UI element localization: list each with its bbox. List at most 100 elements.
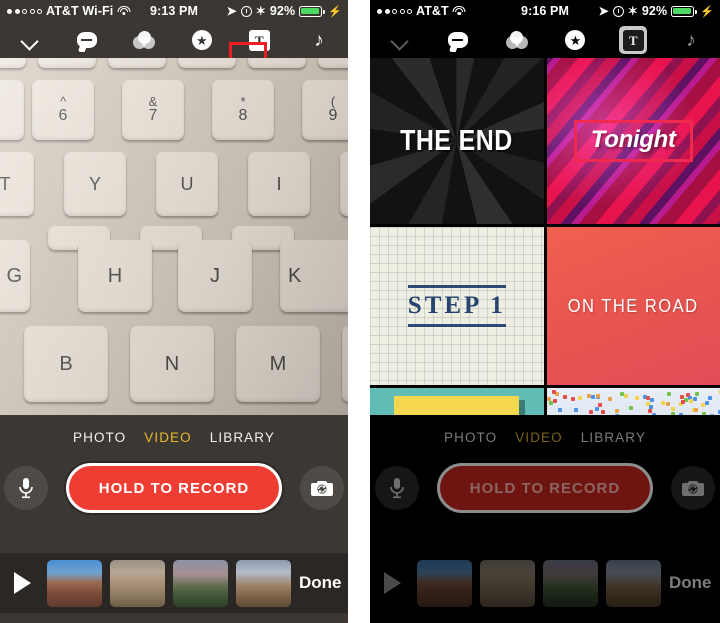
play-icon[interactable] bbox=[384, 572, 401, 594]
confetti-dot bbox=[548, 401, 553, 406]
editor-toolbar: ★ T ♪ bbox=[0, 22, 348, 80]
camera-flip-button[interactable] bbox=[671, 466, 715, 510]
effects-button[interactable]: ★ bbox=[187, 25, 217, 55]
tab-library[interactable]: LIBRARY bbox=[581, 430, 646, 445]
location-arrow-icon: ➤ bbox=[598, 4, 609, 18]
comments-button[interactable] bbox=[443, 25, 473, 55]
title-card-confetti[interactable] bbox=[546, 388, 720, 415]
microphone-button[interactable] bbox=[4, 466, 48, 510]
camera-flip-icon bbox=[682, 481, 704, 496]
comments-icon bbox=[76, 32, 97, 48]
list-item[interactable] bbox=[480, 559, 535, 607]
viewfinder-lighting bbox=[0, 58, 348, 415]
filters-icon bbox=[505, 31, 528, 49]
title-card-label: THE END bbox=[400, 124, 513, 157]
tab-photo[interactable]: PHOTO bbox=[444, 430, 497, 445]
filters-icon bbox=[133, 31, 156, 49]
screenshot-stage: AT&T Wi-Fi 9:13 PM ➤ ✶ 92% ⚡ ★ T ♪ PHOTO… bbox=[0, 0, 720, 623]
confetti-dot bbox=[614, 408, 619, 413]
alarm-clock-icon bbox=[240, 5, 252, 17]
list-item[interactable] bbox=[110, 559, 165, 607]
status-bar: AT&T Wi-Fi 9:13 PM ➤ ✶ 92% ⚡ bbox=[0, 0, 348, 22]
hold-to-record-button[interactable]: HOLD TO RECORD bbox=[66, 463, 282, 513]
confetti-dot bbox=[628, 406, 633, 411]
tab-video[interactable]: VIDEO bbox=[515, 430, 563, 445]
tab-library[interactable]: LIBRARY bbox=[210, 430, 275, 445]
status-bar: AT&T 9:16 PM ➤ ✶ 92% ⚡ bbox=[370, 0, 720, 22]
star-icon: ★ bbox=[565, 30, 586, 50]
comments-icon bbox=[447, 32, 468, 48]
record-row: HOLD TO RECORD bbox=[0, 463, 348, 513]
confetti-dot bbox=[608, 397, 613, 402]
camera-flip-button[interactable] bbox=[300, 466, 344, 510]
audio-button[interactable]: ♪ bbox=[676, 25, 706, 55]
record-row: HOLD TO RECORD bbox=[370, 463, 720, 513]
list-item[interactable] bbox=[417, 559, 472, 607]
status-bar-clock: 9:16 PM bbox=[521, 4, 569, 18]
phone-screen-left: AT&T Wi-Fi 9:13 PM ➤ ✶ 92% ⚡ ★ T ♪ PHOTO… bbox=[0, 0, 348, 623]
tab-video[interactable]: VIDEO bbox=[144, 430, 192, 445]
clip-filmstrip: Done bbox=[0, 553, 348, 613]
titles-button[interactable]: T bbox=[244, 25, 274, 55]
list-item[interactable] bbox=[606, 559, 661, 607]
editor-toolbar: ★ T ♪ bbox=[370, 22, 720, 58]
effects-button[interactable]: ★ bbox=[560, 25, 590, 55]
confetti-dot bbox=[650, 397, 655, 402]
confetti-dot bbox=[570, 396, 575, 401]
confetti-dot bbox=[646, 395, 651, 400]
confetti-dot bbox=[694, 391, 699, 396]
confetti-dot bbox=[660, 400, 665, 405]
confetti-dot bbox=[563, 395, 568, 400]
list-item[interactable] bbox=[173, 559, 228, 607]
title-card-label: Tonight bbox=[590, 126, 676, 153]
phone-screen-right: AT&T 9:16 PM ➤ ✶ 92% ⚡ ★ T ♪ THE END Ton… bbox=[370, 0, 720, 623]
camera-flip-icon bbox=[311, 481, 333, 496]
collapse-button[interactable] bbox=[384, 25, 414, 55]
confetti-dot bbox=[551, 390, 556, 395]
status-bar-clock: 9:13 PM bbox=[150, 4, 198, 18]
titles-icon: T bbox=[248, 29, 270, 51]
title-card-teal[interactable] bbox=[370, 388, 544, 415]
capture-controls: PHOTO VIDEO LIBRARY HOLD TO RECORD bbox=[370, 415, 720, 553]
title-card-the-end[interactable]: THE END bbox=[370, 58, 544, 224]
audio-button[interactable]: ♪ bbox=[304, 25, 334, 55]
microphone-icon bbox=[19, 478, 33, 499]
filters-button[interactable] bbox=[129, 25, 159, 55]
confetti-dot bbox=[594, 407, 599, 411]
filters-button[interactable] bbox=[502, 25, 532, 55]
clip-filmstrip: Done bbox=[370, 553, 720, 613]
title-card-inner: STEP 1 bbox=[407, 281, 506, 331]
collapse-button[interactable] bbox=[14, 25, 44, 55]
confetti-dot bbox=[680, 400, 685, 404]
title-card-step-1[interactable]: STEP 1 bbox=[370, 227, 544, 385]
music-note-icon: ♪ bbox=[314, 29, 324, 51]
confetti-dot bbox=[666, 402, 671, 407]
list-item[interactable] bbox=[543, 559, 598, 607]
confetti-dot bbox=[680, 394, 685, 399]
confetti-dot bbox=[634, 396, 639, 401]
alarm-clock-icon bbox=[612, 5, 624, 17]
list-item[interactable] bbox=[47, 559, 102, 607]
play-icon[interactable] bbox=[14, 572, 31, 594]
yellow-bar-decoration bbox=[394, 396, 520, 415]
confetti-dot bbox=[552, 399, 557, 404]
title-card-tonight[interactable]: Tonight bbox=[546, 58, 720, 224]
done-button[interactable]: Done bbox=[669, 573, 712, 593]
tab-photo[interactable]: PHOTO bbox=[73, 430, 126, 445]
confetti-dot bbox=[692, 397, 697, 402]
titles-icon-letter: T bbox=[628, 32, 638, 48]
confetti-dot bbox=[666, 391, 671, 396]
camera-viewfinder[interactable]: ^6 &7 *8 (9 T Y U I G H J K bbox=[0, 58, 348, 415]
confetti-dot bbox=[619, 391, 624, 396]
confetti-dot bbox=[591, 395, 596, 400]
done-button[interactable]: Done bbox=[299, 573, 342, 593]
list-item[interactable] bbox=[236, 559, 291, 607]
titles-button[interactable]: T bbox=[619, 26, 648, 54]
microphone-button[interactable] bbox=[375, 466, 419, 510]
hold-to-record-button[interactable]: HOLD TO RECORD bbox=[437, 463, 653, 513]
chevron-down-icon bbox=[392, 33, 407, 48]
battery-icon bbox=[671, 5, 697, 17]
comments-button[interactable] bbox=[72, 25, 102, 55]
title-card-grid: THE END Tonight STEP 1 ON THE ROAD bbox=[370, 58, 720, 415]
title-card-on-the-road[interactable]: ON THE ROAD bbox=[546, 227, 720, 385]
